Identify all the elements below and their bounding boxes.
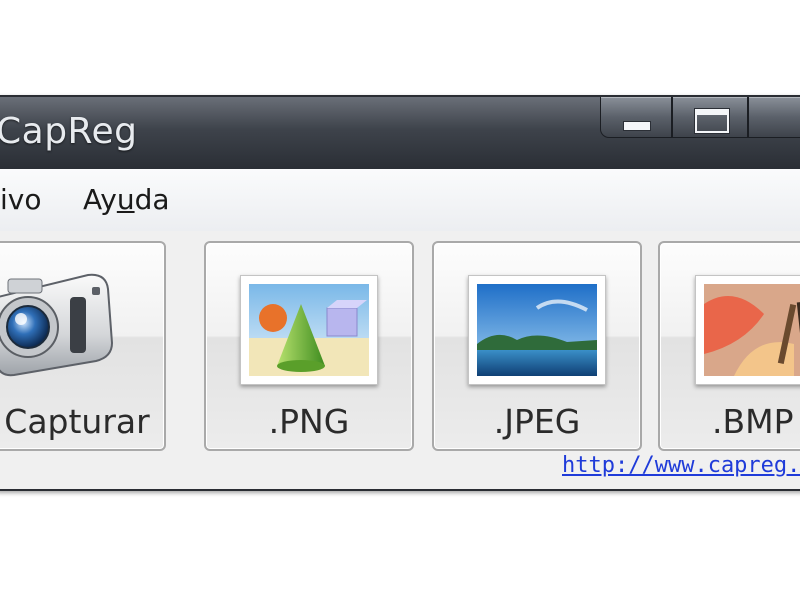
- menu-ayuda-label-post: da: [134, 183, 170, 216]
- minimize-icon: [623, 121, 651, 131]
- title-bar[interactable]: CapReg: [0, 97, 800, 170]
- png-label: .PNG: [268, 402, 350, 441]
- menu-bar: ivo Ayuda: [0, 169, 800, 231]
- menu-archivo[interactable]: ivo: [0, 183, 41, 216]
- window-title: CapReg: [0, 111, 138, 152]
- capturar-label: Capturar: [4, 402, 150, 441]
- menu-ayuda-label-pre: Ay: [83, 183, 117, 216]
- bmp-label: .BMP: [712, 402, 794, 441]
- toolbar: Capturar .PNG .JPEG .BMP http://www.capr…: [0, 231, 800, 489]
- maximize-icon: [695, 109, 729, 133]
- maximize-button[interactable]: [672, 97, 748, 138]
- bmp-thumbnail: [695, 275, 800, 385]
- png-button[interactable]: .PNG: [204, 241, 414, 451]
- jpeg-button[interactable]: .JPEG: [432, 241, 642, 451]
- app-window: CapReg ivo Ayuda Capturar .PNG .JPEG .BM…: [0, 95, 800, 491]
- bmp-image-icon: [704, 284, 800, 376]
- menu-ayuda[interactable]: Ayuda: [83, 183, 170, 216]
- bmp-button[interactable]: .BMP: [658, 241, 800, 451]
- minimize-button[interactable]: [600, 97, 672, 138]
- jpeg-label: .JPEG: [493, 402, 581, 441]
- menu-ayuda-accelerator: u: [116, 183, 135, 216]
- website-link[interactable]: http://www.capreg.c: [562, 453, 800, 478]
- camera-icon: [0, 273, 114, 377]
- png-image-icon: [249, 284, 369, 376]
- close-button[interactable]: [748, 97, 800, 138]
- capturar-button[interactable]: Capturar: [0, 241, 166, 451]
- png-thumbnail: [240, 275, 378, 385]
- jpeg-image-icon: [477, 284, 597, 376]
- jpeg-thumbnail: [468, 275, 606, 385]
